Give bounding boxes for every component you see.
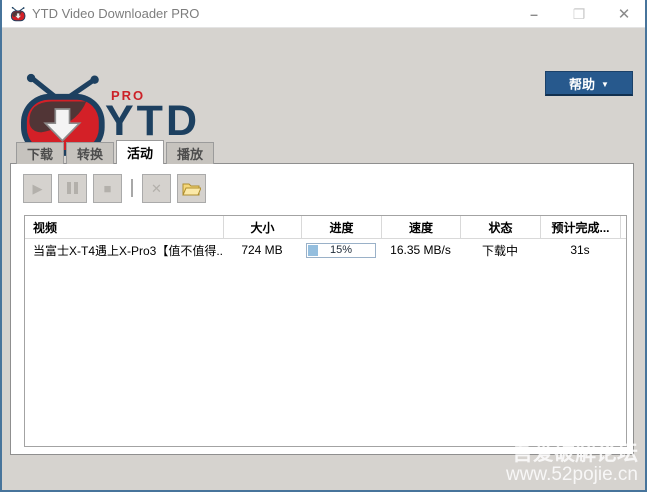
stop-button[interactable]: ■: [93, 173, 122, 203]
delete-x-icon: ✕: [151, 180, 162, 196]
column-header-video[interactable]: 视频: [25, 216, 223, 238]
activity-panel: ▶ ■ ✕ 视频 大小 进度 速度 状态 预计完成... 当富士X-T4遇上X-…: [10, 163, 634, 455]
remove-button[interactable]: ✕: [142, 173, 171, 203]
help-button-label: 帮助: [569, 76, 596, 92]
minimize-button[interactable]: –: [517, 0, 551, 28]
cell-eta: 31s: [570, 243, 590, 257]
progress-percent-label: 15%: [329, 244, 353, 256]
app-window: YTD Video Downloader PRO – ❐ ✕ PRO YTD 帮…: [0, 0, 647, 492]
tab-play[interactable]: 播放: [166, 142, 215, 164]
help-button[interactable]: 帮助 ▼: [545, 71, 633, 96]
table-row[interactable]: 当富士X-T4遇上X-Pro3【值不值得... 724 MB 15% 16.35…: [25, 239, 626, 261]
open-folder-icon: [182, 183, 201, 195]
cell-status: 下载中: [481, 243, 518, 258]
tab-label: 下载: [27, 147, 54, 162]
pause-icon: [67, 182, 78, 194]
progress-bar: 15%: [306, 242, 376, 258]
watermark-line2: www.52pojie.cn: [505, 464, 638, 486]
close-button[interactable]: ✕: [607, 0, 641, 28]
stop-icon: ■: [103, 180, 112, 196]
open-folder-button[interactable]: [177, 173, 206, 203]
column-header-status[interactable]: 状态: [460, 216, 540, 238]
maximize-button[interactable]: ❐: [562, 0, 596, 28]
column-header-size[interactable]: 大小: [223, 216, 301, 238]
tab-label: 播放: [177, 147, 204, 162]
tab-download[interactable]: 下载: [16, 142, 65, 164]
play-icon: ▶: [32, 180, 43, 196]
tab-label: 活动: [127, 146, 154, 161]
tab-convert[interactable]: 转换: [66, 142, 115, 164]
cell-progress: 15%: [301, 242, 381, 258]
chevron-down-icon: ▼: [601, 79, 609, 89]
logo-app-name: YTD: [105, 97, 200, 145]
downloads-table: 视频 大小 进度 速度 状态 预计完成... 当富士X-T4遇上X-Pro3【值…: [24, 215, 627, 447]
tab-activity[interactable]: 活动: [116, 140, 165, 164]
column-header-progress[interactable]: 进度: [301, 216, 381, 238]
column-header-speed[interactable]: 速度: [381, 216, 460, 238]
cell-speed: 16.35 MB/s: [390, 243, 451, 257]
toolbar: ▶ ■ ✕: [23, 173, 212, 203]
column-header-filler: [620, 216, 626, 238]
pause-button[interactable]: [58, 173, 87, 203]
window-title: YTD Video Downloader PRO: [32, 6, 200, 21]
header: PRO YTD 帮助 ▼: [2, 28, 645, 156]
tab-label: 转换: [77, 147, 104, 162]
cell-video-title: 当富士X-T4遇上X-Pro3【值不值得...: [33, 243, 223, 258]
column-header-eta[interactable]: 预计完成...: [540, 216, 620, 238]
title-bar: YTD Video Downloader PRO – ❐ ✕: [2, 0, 645, 28]
app-favicon-tv-icon: [10, 6, 26, 22]
toolbar-separator: [131, 179, 133, 197]
resume-button[interactable]: ▶: [23, 173, 52, 203]
table-header-row: 视频 大小 进度 速度 状态 预计完成...: [25, 216, 626, 239]
cell-size: 724 MB: [241, 243, 283, 257]
tab-bar: 下载 转换 活动 播放: [16, 140, 216, 164]
